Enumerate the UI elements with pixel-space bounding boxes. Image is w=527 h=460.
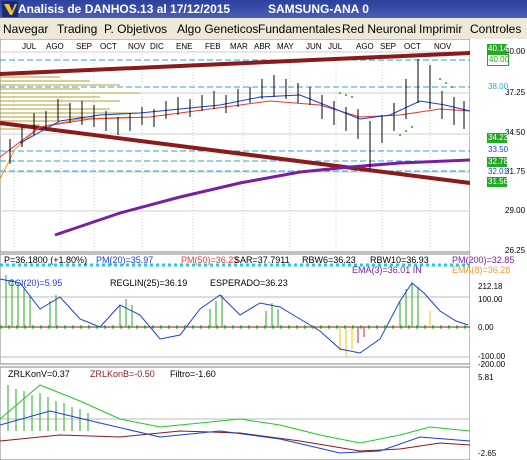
indicator-ema8: EMA(8)=36.28 [452, 265, 511, 275]
menu-red-neuronal[interactable]: Red Neuronal [342, 22, 416, 36]
indicator-pm50: PM(50)=36.23 [181, 255, 239, 265]
menu-imprimir[interactable]: Imprimir [419, 22, 462, 36]
indicator-pm200: PM(200)=32.85 [452, 255, 515, 265]
price-badge: 34.23 [487, 133, 509, 143]
price-badge: 38.00 [487, 82, 509, 92]
cci-axis-label: 0.00 [478, 323, 494, 332]
month-label: NOV [434, 42, 452, 51]
zrl-axis-label: 5.81 [478, 373, 494, 382]
month-label: AGO [356, 42, 374, 51]
menu-navegar[interactable]: Navegar [3, 22, 48, 36]
window-subtitle: SAMSUNG-ANA 0 [268, 2, 369, 16]
app-logo-icon [2, 1, 18, 17]
indicator-pm20: PM(20)=35.97 [96, 255, 154, 265]
price-badge: 32.78 [487, 157, 509, 167]
menu-objetivos[interactable]: P. Objetivos [104, 22, 167, 36]
month-label: FEB [205, 42, 221, 51]
menu-trading[interactable]: Trading [57, 22, 97, 36]
menu-fundamentales[interactable]: Fundamentales [258, 22, 341, 36]
zrl-panel [0, 366, 471, 460]
menu-algo-geneticos[interactable]: Algo Geneticos [177, 22, 258, 36]
window-title: Analisis de DANHOS.13 al 17/12/2015 [18, 2, 231, 16]
indicator-rbw6: RBW6=36.23 [302, 255, 356, 265]
price-badge: 33.50 [487, 145, 509, 155]
indicator-sar: SAR=37.7911 [234, 255, 290, 265]
month-label: ENE [176, 42, 193, 51]
month-label: AGO [46, 42, 64, 51]
cci-axis-label: 212.18 [478, 282, 503, 291]
month-label: JUL [22, 42, 37, 51]
indicator-rbw10: RBW10=36.93 [370, 255, 429, 265]
menu-bar: Navegar Trading P. Objetivos Algo Geneti… [0, 18, 527, 40]
title-bar: Analisis de DANHOS.13 al 17/12/2015 SAMS… [0, 0, 527, 18]
zrl-v-label: ZRLKonV=0.37 [8, 369, 70, 379]
month-label: OCT [100, 42, 117, 51]
month-label: SEP [380, 42, 397, 51]
month-label: DIC [150, 42, 164, 51]
chart-area [0, 39, 527, 460]
indicator-p: P=36.1800 (+1.80%) [4, 255, 88, 265]
axis-label: 29.00 [505, 206, 526, 215]
cci-axis-label: 100.00 [478, 295, 503, 304]
month-label: MAR [230, 42, 248, 51]
month-label: JUL [328, 42, 343, 51]
indicator-ema3: EMA(3)=36.01 IN [352, 265, 422, 275]
zrl-axis-label: -2.65 [478, 449, 497, 458]
price-badge: 40.14 [487, 44, 509, 54]
zrl-filtro-label: Filtro=-1.60 [170, 369, 216, 379]
esperado-label: ESPERADO=36.23 [210, 278, 288, 288]
cci-label: CCI(20)=5.95 [8, 278, 63, 288]
menu-controles[interactable]: Controles [470, 22, 521, 36]
price-badge: 40.00 [487, 54, 510, 66]
month-label: ABR [254, 42, 271, 51]
month-label: JUN [306, 42, 322, 51]
zrl-b-label: ZRLKonB=-0.50 [90, 369, 155, 379]
month-label: SEP [76, 42, 93, 51]
price-badge: 31.56 [487, 177, 509, 187]
month-label: MAY [277, 42, 294, 51]
month-label: OCT [404, 42, 421, 51]
cci-axis-label: -200.00 [478, 360, 506, 369]
reglin-label: REGLIN(25)=36.19 [110, 278, 188, 288]
month-label: NOV [128, 42, 146, 51]
price-badge: 32.01 [487, 167, 509, 177]
